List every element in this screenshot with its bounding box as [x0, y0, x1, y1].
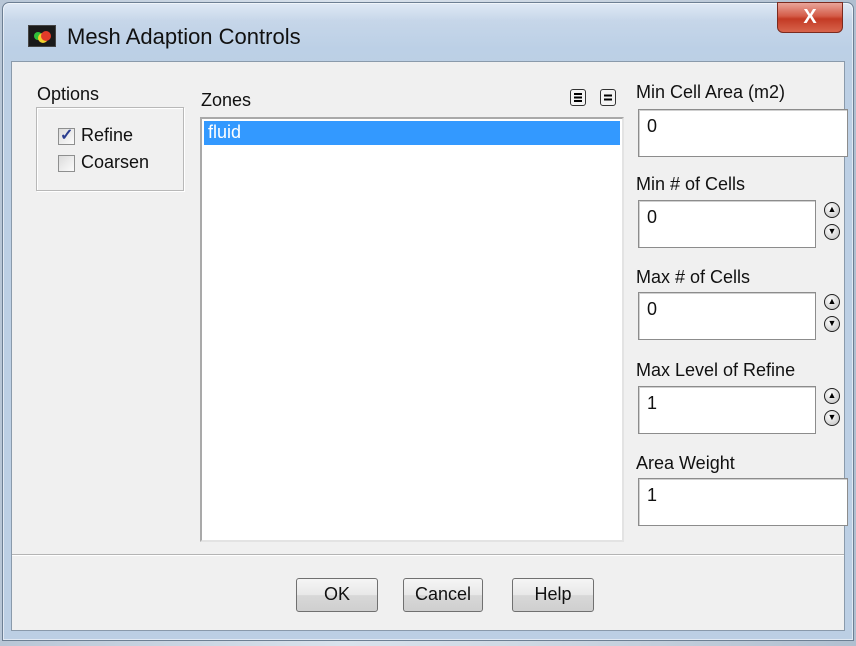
check-icon: ✓ — [60, 127, 74, 144]
refine-label: Refine — [81, 125, 134, 145]
area-weight-input[interactable]: 1 — [638, 478, 848, 526]
area-weight-label: Area Weight — [636, 453, 735, 473]
dialog-content: Options ✓ Refine Coarsen Zones fluid Min… — [11, 61, 848, 631]
max-level-spinner[interactable]: ▲ ▼ — [824, 388, 840, 432]
options-group: ✓ Refine Coarsen — [36, 107, 184, 191]
max-cells-label: Max # of Cells — [636, 267, 751, 287]
max-level-label: Max Level of Refine — [636, 360, 796, 380]
coarsen-label: Coarsen — [81, 152, 150, 172]
cancel-button[interactable]: Cancel — [403, 578, 483, 612]
dialog-window: Mesh Adaption Controls X Options ✓ Refin… — [2, 2, 854, 641]
min-cell-area-label: Min Cell Area (m2) — [636, 82, 786, 102]
options-label: Options — [37, 84, 100, 104]
deselect-all-icon — [604, 94, 612, 101]
refine-checkbox[interactable]: ✓ — [58, 127, 75, 145]
up-arrow-icon[interactable]: ▲ — [824, 294, 840, 310]
up-arrow-icon[interactable]: ▲ — [824, 388, 840, 404]
up-arrow-icon[interactable]: ▲ — [824, 202, 840, 218]
down-arrow-icon[interactable]: ▼ — [824, 316, 840, 332]
select-all-icon — [574, 93, 582, 102]
max-cells-spinner[interactable]: ▲ ▼ — [824, 294, 840, 338]
min-cells-input[interactable]: 0 — [638, 200, 816, 248]
min-cells-label: Min # of Cells — [636, 174, 746, 194]
separator — [12, 554, 844, 556]
select-all-button[interactable] — [570, 89, 586, 106]
window-title: Mesh Adaption Controls — [67, 24, 301, 49]
zones-listbox[interactable]: fluid — [200, 117, 624, 542]
max-cells-input[interactable]: 0 — [638, 292, 816, 340]
app-icon — [28, 25, 56, 47]
deselect-all-button[interactable] — [600, 89, 616, 106]
down-arrow-icon[interactable]: ▼ — [824, 410, 840, 426]
zones-label: Zones — [201, 90, 252, 110]
max-level-input[interactable]: 1 — [638, 386, 816, 434]
min-cells-spinner[interactable]: ▲ ▼ — [824, 202, 840, 246]
title-bar[interactable]: Mesh Adaption Controls X — [3, 2, 853, 63]
min-cell-area-input[interactable]: 0 — [638, 109, 848, 157]
down-arrow-icon[interactable]: ▼ — [824, 224, 840, 240]
close-button[interactable]: X — [777, 2, 843, 33]
coarsen-checkbox[interactable] — [58, 155, 75, 172]
zone-item-fluid[interactable]: fluid — [204, 121, 620, 145]
help-button[interactable]: Help — [512, 578, 594, 612]
ok-button[interactable]: OK — [296, 578, 378, 612]
